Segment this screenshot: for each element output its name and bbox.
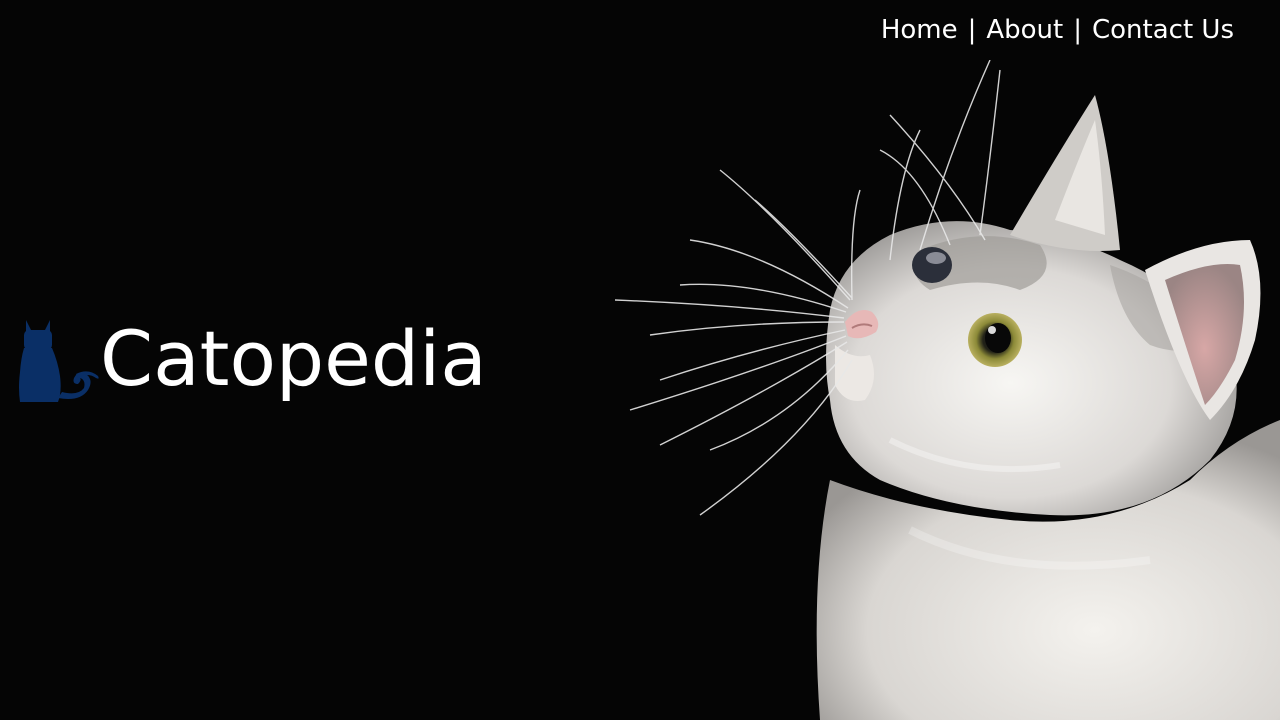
site-title: Catopedia [100,314,487,403]
brand: Catopedia [18,314,487,404]
nav-separator: | [1073,15,1082,45]
landing-page: Home | About | Contact Us Catopedia [0,0,1280,720]
nav-link-home[interactable]: Home [881,15,958,45]
nav-separator: | [967,15,977,45]
white-kitten-photo [614,60,1280,720]
cat-silhouette-icon [19,320,99,402]
top-navigation: Home | About | Contact Us [881,14,1234,46]
nav-link-about[interactable]: About [986,15,1063,45]
nav-link-contact-us[interactable]: Contact Us [1092,15,1234,45]
